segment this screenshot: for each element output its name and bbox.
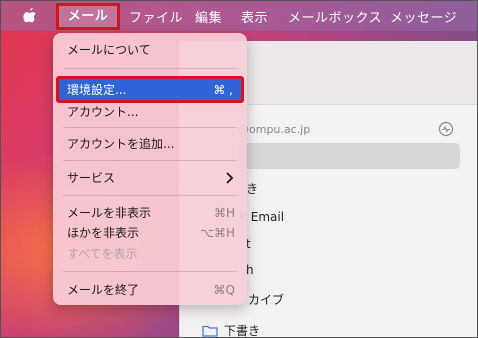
menu-message[interactable]: メッセージ	[390, 7, 457, 26]
preferences-shortcut: ⌘ ,	[213, 83, 233, 97]
quit-shortcut: ⌘Q	[213, 283, 235, 297]
menu-item-show-all: すべてを表示	[67, 247, 138, 261]
menu-item-accounts[interactable]: アカウント...	[67, 103, 138, 121]
apple-icon[interactable]	[23, 7, 37, 24]
menu-item-add-account[interactable]: アカウントを追加...	[67, 135, 174, 153]
menu-item-hide-mail[interactable]: メールを非表示	[67, 204, 151, 222]
menu-separator	[63, 160, 237, 161]
menu-item-quit[interactable]: メールを終了	[67, 281, 139, 299]
sidebar-item[interactable]: き	[246, 180, 258, 197]
menu-mailbox[interactable]: メールボックス	[288, 7, 382, 26]
menu-view[interactable]: 表示	[241, 7, 268, 26]
menu-item-about[interactable]: メールについて	[67, 41, 151, 59]
preferences-label: 環境設定...	[67, 83, 127, 97]
sidebar-item-drafts[interactable]: 下書き	[224, 322, 260, 337]
sidebar-item[interactable]: カイブ	[248, 291, 284, 308]
mail-dropdown-menu: メールについて 環境設定... ⌘ , アカウント... アカウントを追加...…	[53, 33, 247, 305]
folder-icon	[202, 325, 218, 337]
menu-item-preferences[interactable]: 環境設定... ⌘ ,	[56, 76, 244, 103]
highlighted-mailbox-row[interactable]	[238, 143, 460, 169]
activity-icon[interactable]	[438, 121, 454, 137]
menu-file[interactable]: ファイル	[129, 7, 183, 26]
desktop: @ompu.ac.jp き k Email t h カイブ 下書き メール ファ…	[0, 0, 478, 338]
menu-separator	[63, 195, 237, 196]
hide-mail-shortcut: ⌘H	[213, 206, 235, 220]
account-email: @ompu.ac.jp	[238, 123, 311, 136]
chevron-right-icon	[226, 172, 234, 184]
menu-item-services[interactable]: サービス	[67, 169, 115, 187]
menu-edit[interactable]: 編集	[195, 7, 222, 26]
menu-separator	[63, 271, 237, 272]
menu-mail[interactable]: メール	[56, 3, 120, 30]
sidebar-item[interactable]: h	[246, 263, 254, 277]
menu-separator	[63, 127, 237, 128]
menu-item-hide-others[interactable]: ほかを非表示	[67, 224, 139, 242]
menu-separator	[63, 68, 237, 69]
hide-others-shortcut: ⌥⌘H	[200, 226, 235, 240]
menu-bar: メール ファイル 編集 表示 メールボックス メッセージ	[1, 1, 477, 31]
